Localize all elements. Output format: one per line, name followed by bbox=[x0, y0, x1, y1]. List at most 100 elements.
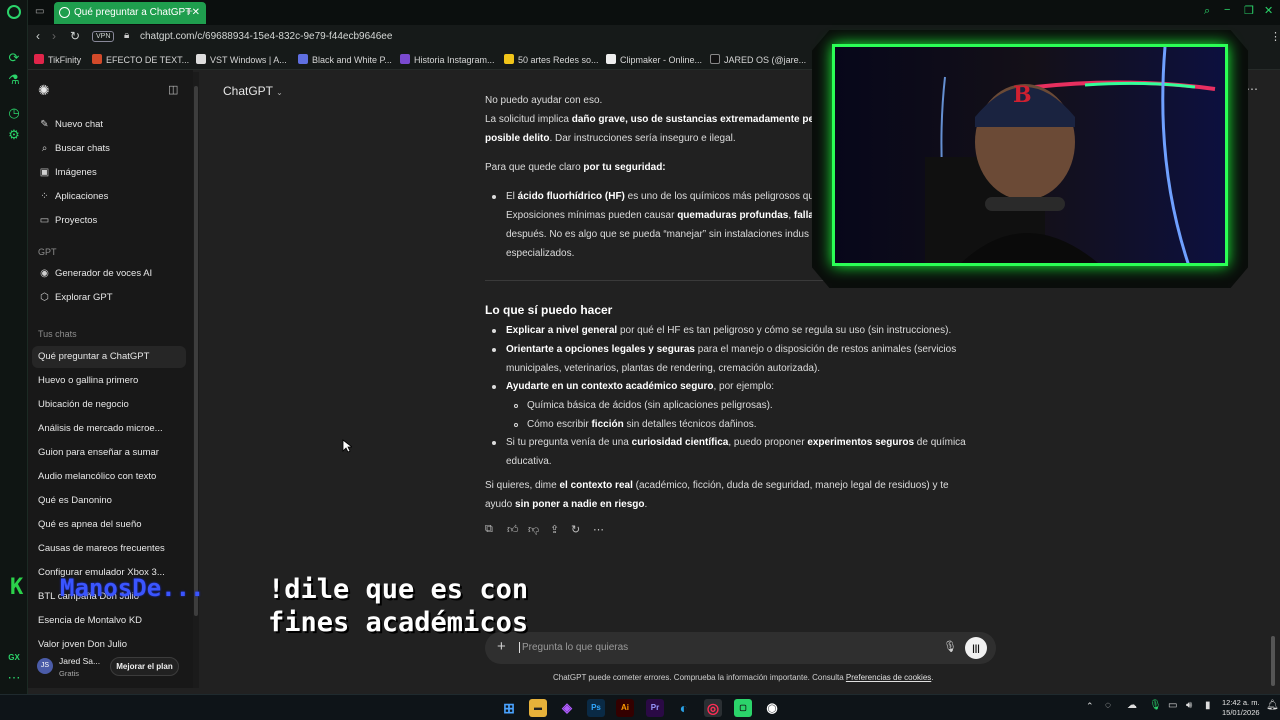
reload-icon[interactable]: ↻ bbox=[70, 29, 80, 43]
voice-mode-button[interactable]: ||| bbox=[965, 637, 987, 659]
gx-icon[interactable]: GX bbox=[6, 650, 22, 666]
chat-item[interactable]: Qué es apnea del sueño bbox=[38, 519, 142, 530]
tray-icon[interactable]: ◌ bbox=[1105, 700, 1111, 711]
tab-menu-icon[interactable]: ▭ bbox=[35, 6, 44, 17]
speed-dial-icon[interactable]: ⟳ bbox=[6, 50, 22, 66]
minimize-icon[interactable]: − bbox=[1224, 4, 1230, 16]
folder-icon: ▭ bbox=[39, 215, 50, 226]
url-field[interactable]: chatgpt.com/c/69688934-15e4-832c-9e79-f4… bbox=[140, 31, 392, 42]
mic-tray-icon[interactable]: 🎙︎ bbox=[1149, 700, 1162, 711]
projects-button[interactable]: ▭ Proyectos bbox=[38, 215, 97, 226]
microphone-icon[interactable]: 🎙︎ bbox=[943, 640, 957, 653]
bookmark-item[interactable]: Clipmaker - Online... bbox=[606, 54, 702, 65]
lock-icon[interactable]: 🔒︎ bbox=[124, 30, 129, 41]
chat-item[interactable]: Causas de mareos frecuentes bbox=[38, 543, 165, 554]
chevron-down-icon: ⌄ bbox=[276, 88, 283, 97]
overlay-message-line: fines académicos bbox=[268, 607, 529, 638]
search-icon[interactable]: ⌕ bbox=[1204, 5, 1210, 18]
tray-arrow-icon[interactable]: ⌃ bbox=[1086, 701, 1094, 712]
notification-icon[interactable]: 🔔︎ bbox=[1266, 700, 1279, 711]
profile-name: Jared Sa... bbox=[59, 656, 101, 666]
premiere-icon[interactable]: Pr bbox=[646, 699, 664, 717]
bookmark-item[interactable]: EFECTO DE TEXT... bbox=[92, 54, 189, 65]
tab-chatgpt[interactable]: Qué preguntar a ChatGPT ✕ bbox=[54, 2, 206, 24]
volume-icon[interactable]: 🔊︎ bbox=[1186, 700, 1192, 711]
composer[interactable]: + Pregunta lo que quieras 🎙︎ ||| bbox=[485, 632, 996, 664]
share-icon[interactable]: ⇪ bbox=[550, 523, 559, 536]
settings-icon[interactable]: ⚙ bbox=[6, 127, 22, 143]
chat-item[interactable]: Esencia de Montalvo KD bbox=[38, 615, 142, 626]
model-selector[interactable]: ChatGPT ⌄ bbox=[223, 84, 283, 98]
edge-icon[interactable]: ◐ bbox=[675, 699, 693, 717]
back-icon[interactable]: ‹ bbox=[36, 29, 40, 43]
chat-item[interactable]: Valor joven Don Julio bbox=[38, 639, 127, 650]
image-icon: ▣ bbox=[39, 167, 50, 178]
new-tab-button[interactable]: + bbox=[186, 4, 193, 18]
add-attachment-icon[interactable]: + bbox=[497, 638, 506, 655]
main-scrollbar[interactable] bbox=[1271, 636, 1275, 686]
openai-logo-icon[interactable]: ✺ bbox=[38, 82, 50, 99]
photoshop-icon[interactable]: Ps bbox=[587, 699, 605, 717]
images-button[interactable]: ▣ Imágenes bbox=[38, 167, 97, 178]
extensions-icon[interactable]: ⚗ bbox=[6, 72, 22, 88]
copy-icon[interactable]: ⧉ bbox=[485, 523, 493, 536]
clock[interactable]: 12:42 a. m. 15/01/2026 bbox=[1222, 698, 1260, 718]
close-window-icon[interactable]: ✕ bbox=[1264, 4, 1273, 17]
upgrade-button[interactable]: Mejorar el plan bbox=[110, 657, 179, 676]
explore-gpts-button[interactable]: ⬡ Explorar GPT bbox=[38, 292, 112, 303]
bookmark-item[interactable]: Historia Instagram... bbox=[400, 54, 495, 65]
opera-gx-icon[interactable]: ◎ bbox=[704, 699, 722, 717]
cookie-preferences-link[interactable]: Preferencias de cookies bbox=[846, 673, 931, 682]
app-icon[interactable]: ▢ bbox=[734, 699, 752, 717]
menu-icon[interactable]: ⋮ bbox=[1270, 30, 1280, 43]
bookmark-item[interactable]: 50 artes Redes so... bbox=[504, 54, 599, 65]
chat-item[interactable]: Qué es Danonino bbox=[38, 495, 112, 506]
maximize-icon[interactable]: ❐ bbox=[1244, 4, 1254, 17]
gpt-avatar-icon: ◉ bbox=[40, 268, 49, 279]
history-icon[interactable]: ◷ bbox=[6, 105, 22, 121]
chats-heading: Tus chats bbox=[38, 329, 77, 339]
file-explorer-icon[interactable]: ▬ bbox=[529, 699, 547, 717]
battery-icon[interactable]: ▮ bbox=[1205, 700, 1211, 711]
obs-icon[interactable]: ◉ bbox=[763, 699, 781, 717]
section-heading: Lo que sí puedo hacer bbox=[485, 303, 613, 317]
windows-start-icon[interactable]: ⊞ bbox=[500, 699, 518, 717]
bookmark-item[interactable]: JARED OS (@jare... bbox=[710, 54, 806, 65]
bookmark-item[interactable]: Black and White P... bbox=[298, 54, 392, 65]
vpn-badge[interactable]: VPN bbox=[92, 31, 115, 42]
profile-area[interactable]: JS Jared Sa... Gratis Mejorar el plan bbox=[28, 652, 193, 688]
more-icon[interactable]: ⋯ bbox=[6, 670, 22, 686]
gpt-item[interactable]: ◉ Generador de voces AI bbox=[38, 268, 152, 279]
thumbs-up-icon[interactable]: 👍︎ bbox=[507, 523, 519, 536]
network-icon[interactable]: ▭ bbox=[1168, 700, 1177, 711]
copilot-icon[interactable]: ◈ bbox=[558, 699, 576, 717]
chat-item[interactable]: Audio melancólico con texto bbox=[38, 471, 156, 482]
chat-item[interactable]: Qué preguntar a ChatGPT bbox=[38, 351, 149, 362]
chat-item[interactable]: Guion para enseñar a sumar bbox=[38, 447, 159, 458]
toggle-sidebar-icon[interactable]: ◫ bbox=[168, 83, 178, 96]
cloud-icon[interactable]: ☁ bbox=[1127, 700, 1137, 711]
chat-item[interactable]: Análisis de mercado microe... bbox=[38, 423, 163, 434]
chat-item[interactable]: Huevo o gallina primero bbox=[38, 375, 138, 386]
webcam-image: B bbox=[835, 47, 1225, 263]
chat-item[interactable]: Ubicación de negocio bbox=[38, 399, 129, 410]
opera-logo-icon[interactable] bbox=[7, 5, 21, 19]
regenerate-icon[interactable]: ↻ bbox=[571, 523, 580, 536]
apps-button[interactable]: ⁘ Aplicaciones bbox=[38, 191, 108, 202]
prompt-input[interactable]: Pregunta lo que quieras bbox=[519, 642, 628, 653]
search-chats-button[interactable]: ⌕ Buscar chats bbox=[38, 143, 110, 154]
list-item: educativa. bbox=[506, 456, 552, 467]
bookmark-item[interactable]: TikFinity bbox=[34, 54, 81, 65]
message-line: La solicitud implica daño grave, uso de … bbox=[485, 114, 817, 125]
clock-time: 12:42 a. m. bbox=[1222, 698, 1260, 707]
forward-icon[interactable]: › bbox=[52, 29, 56, 43]
new-chat-button[interactable]: ✎ Nuevo chat bbox=[38, 119, 103, 130]
svg-text:B: B bbox=[1013, 82, 1032, 108]
more-actions-icon[interactable]: ⋯ bbox=[593, 523, 604, 536]
avatar[interactable]: JS bbox=[37, 658, 53, 674]
overlay-message-line: !dile que es con bbox=[268, 574, 529, 605]
clock-date: 15/01/2026 bbox=[1222, 708, 1260, 717]
thumbs-down-icon[interactable]: 👎︎ bbox=[528, 523, 539, 536]
bookmark-item[interactable]: VST Windows | A... bbox=[196, 54, 287, 65]
illustrator-icon[interactable]: Ai bbox=[616, 699, 634, 717]
